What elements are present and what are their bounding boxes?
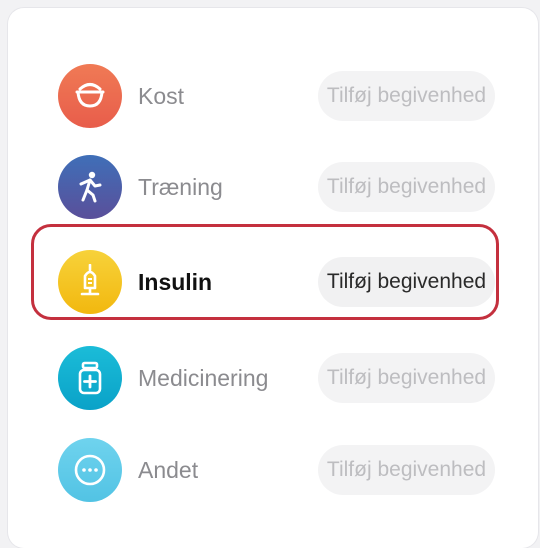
add-event-button[interactable]: Tilføj begivenhed <box>318 71 495 121</box>
event-row-andet: Andet Tilføj begivenhed <box>8 435 538 505</box>
add-event-button[interactable]: Tilføj begivenhed <box>318 353 495 403</box>
bowl-icon <box>58 64 122 128</box>
event-label: Andet <box>138 457 199 483</box>
event-label: Insulin <box>138 269 213 295</box>
add-event-button[interactable]: Tilføj begivenhed <box>318 257 495 307</box>
event-row-kost: Kost Tilføj begivenhed <box>8 61 538 131</box>
syringe-icon <box>58 250 122 314</box>
medicine-bottle-icon <box>58 346 122 410</box>
add-event-button[interactable]: Tilføj begivenhed <box>318 162 495 212</box>
event-label: Kost <box>138 83 185 109</box>
add-event-button[interactable]: Tilføj begivenhed <box>318 445 495 495</box>
event-row-medicinering: Medicinering Tilføj begivenhed <box>8 343 538 413</box>
event-label: Medicinering <box>138 365 269 391</box>
more-dots-icon <box>58 438 122 502</box>
event-type-card: Kost Tilføj begivenhed Træning Tilføj be… <box>8 8 538 548</box>
event-label: Træning <box>138 174 223 200</box>
event-row-insulin: Insulin Tilføj begivenhed <box>8 247 538 317</box>
event-row-traening: Træning Tilføj begivenhed <box>8 152 538 222</box>
running-person-icon <box>58 155 122 219</box>
